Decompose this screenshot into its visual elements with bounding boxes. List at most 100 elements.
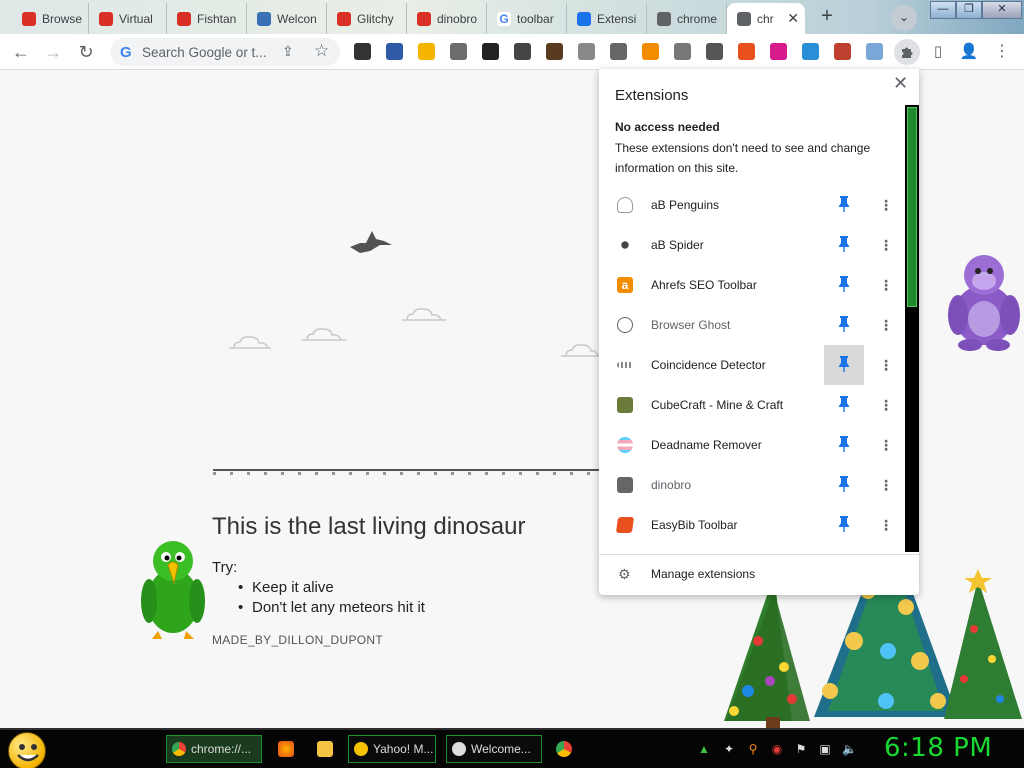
tab-strip: Browse Virtual Fishtan Welcon Glitchy di… — [0, 0, 1024, 34]
extension-row[interactable]: Coincidence Detector ⋮ — [599, 345, 905, 385]
pin-icon[interactable] — [838, 475, 850, 493]
star-icon[interactable]: ☆ — [314, 41, 329, 61]
kebab-menu-icon[interactable]: ⋮ — [879, 196, 893, 214]
tab[interactable]: Fishtan — [167, 3, 247, 34]
flag-icon[interactable]: ⚑ — [794, 742, 808, 756]
maximize-button[interactable]: ❐ — [956, 1, 982, 19]
taskbar-task-welcome[interactable]: Welcome... — [446, 735, 542, 763]
penguin-icon — [617, 197, 633, 213]
close-window-button[interactable]: ✕ — [982, 1, 1022, 19]
ahrefs-icon: a — [617, 277, 633, 293]
extension-row[interactable]: aB Spider ⋮ — [599, 225, 905, 265]
taskbar-task-chrome[interactable]: chrome://... — [166, 735, 262, 763]
extension-row[interactable]: aB Penguins ⋮ — [599, 185, 905, 225]
extension-row[interactable]: a Ahrefs SEO Toolbar ⋮ — [599, 265, 905, 305]
firefox-icon[interactable] — [278, 741, 294, 757]
tab[interactable]: Browse — [12, 3, 89, 34]
game-icon[interactable] — [514, 43, 531, 60]
taskbar-clock[interactable]: 6:18 PM — [884, 733, 992, 763]
pin-icon[interactable] — [838, 435, 850, 453]
extensions-button[interactable] — [894, 39, 920, 65]
easybib-icon[interactable] — [738, 43, 755, 60]
tab[interactable]: chrome — [647, 3, 727, 34]
tab[interactable]: Extensi — [567, 3, 647, 34]
extension-row[interactable]: Deadname Remover ⋮ — [599, 425, 905, 465]
pin-icon[interactable] — [838, 235, 850, 253]
minimize-button[interactable]: — — [930, 1, 956, 19]
speaker-icon[interactable]: 🔈 — [842, 742, 857, 756]
kebab-menu-icon[interactable]: ⋮ — [879, 436, 893, 454]
wp-icon[interactable] — [482, 43, 499, 60]
cloud-icon — [402, 308, 446, 321]
spider-icon[interactable] — [610, 43, 627, 60]
search-icon[interactable]: ⚲ — [746, 742, 760, 756]
pin-icon[interactable] — [838, 315, 850, 333]
extension-row[interactable]: EasyBib Toolbar ⋮ — [599, 505, 905, 545]
taskbar-task-yahoo[interactable]: Yahoo! M... — [348, 735, 436, 763]
kebab-menu-icon[interactable]: ⋮ — [879, 516, 893, 534]
pin-icon[interactable] — [838, 275, 850, 293]
section-description: These extensions don't need to see and c… — [615, 141, 871, 175]
forward-button[interactable]: → — [42, 41, 64, 63]
tab-favicon-icon — [417, 11, 431, 26]
tab[interactable]: Glitchy — [327, 3, 407, 34]
new-tab-button[interactable]: + — [816, 6, 838, 28]
kebab-menu-icon[interactable]: ⋮ — [879, 316, 893, 334]
share-icon[interactable]: ⇪ — [282, 43, 294, 60]
tab[interactable]: Welcon — [247, 3, 327, 34]
pin-icon[interactable] — [838, 515, 850, 533]
window-icon[interactable] — [866, 43, 883, 60]
kebab-menu-icon[interactable]: ⋮ — [879, 476, 893, 494]
ublock-icon[interactable] — [450, 43, 467, 60]
ghost-icon[interactable] — [674, 43, 691, 60]
close-popup-button[interactable]: ✕ — [893, 73, 908, 94]
tab-search-button[interactable]: ⌄ — [891, 5, 917, 31]
penguin-icon[interactable] — [578, 43, 595, 60]
tree-tray-icon[interactable]: ▲ — [697, 742, 711, 756]
start-button[interactable] — [8, 732, 46, 768]
extension-row[interactable]: Browser Ghost ⋮ — [599, 305, 905, 345]
chrome-icon[interactable] — [556, 741, 572, 757]
close-icon[interactable]: ✕ — [787, 10, 799, 27]
candle-icon[interactable] — [834, 43, 851, 60]
fairy-tray-icon[interactable]: ✦ — [722, 742, 736, 756]
popup-title: Extensions — [615, 87, 689, 104]
tab-active[interactable]: chr ✕ — [727, 3, 805, 34]
pin-icon[interactable] — [838, 395, 850, 413]
network-icon[interactable]: ▣ — [818, 742, 832, 756]
scrollbar-thumb[interactable] — [907, 107, 917, 307]
pin-icon[interactable] — [838, 195, 850, 213]
lightning-icon[interactable] — [418, 43, 435, 60]
s-icon[interactable] — [802, 43, 819, 60]
side-panel-button[interactable]: ▯ — [927, 41, 949, 63]
pin-icon[interactable] — [838, 355, 850, 373]
wheel-tray-icon[interactable]: ◉ — [770, 742, 784, 756]
folder-icon[interactable] — [317, 741, 333, 757]
profile-button[interactable]: 👤 — [958, 41, 980, 63]
extension-row[interactable]: dinobro ⋮ — [599, 465, 905, 505]
kebab-menu-icon[interactable]: ⋮ — [879, 276, 893, 294]
back-button[interactable]: ← — [10, 41, 32, 63]
reload-button[interactable]: ↻ — [75, 41, 97, 63]
tab-favicon-icon — [257, 11, 271, 26]
dinobro-icon[interactable] — [706, 43, 723, 60]
extension-name: CubeCraft - Mine & Craft — [651, 398, 784, 412]
tab[interactable]: G toolbar — [487, 3, 567, 34]
mask-icon[interactable] — [354, 43, 371, 60]
rainbow-icon[interactable] — [770, 43, 787, 60]
menu-button[interactable]: ⋮ — [991, 41, 1013, 63]
extension-row[interactable]: CubeCraft - Mine & Craft ⋮ — [599, 385, 905, 425]
kebab-menu-icon[interactable]: ⋮ — [879, 356, 893, 374]
manage-extensions-link[interactable]: Manage extensions — [651, 567, 755, 581]
kebab-menu-icon[interactable]: ⋮ — [879, 396, 893, 414]
person-icon: 👤 — [959, 43, 979, 60]
face-icon[interactable] — [546, 43, 563, 60]
omnibox[interactable]: G Search Google or t... ⇪ ☆ — [110, 38, 340, 66]
image-icon[interactable] — [386, 43, 403, 60]
tab[interactable]: Virtual — [89, 3, 167, 34]
popup-scrollbar[interactable] — [905, 105, 919, 552]
search-input[interactable]: Search Google or t... — [142, 45, 282, 60]
ahrefs-icon[interactable] — [642, 43, 659, 60]
tab[interactable]: dinobro — [407, 3, 487, 34]
kebab-menu-icon[interactable]: ⋮ — [879, 236, 893, 254]
